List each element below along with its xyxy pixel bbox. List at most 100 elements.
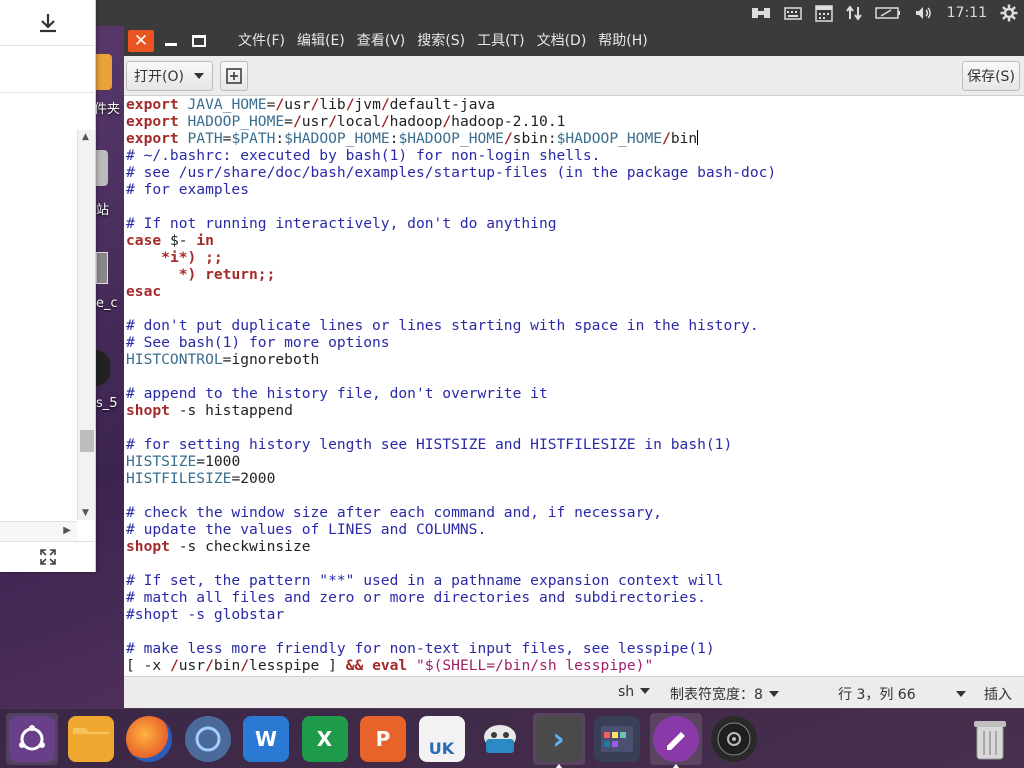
calendar-icon[interactable] <box>814 0 833 26</box>
expand-button[interactable] <box>0 541 96 572</box>
code-line: [ -x /usr/bin/lesspipe ] && eval "$(SHEL… <box>126 657 1024 674</box>
vertical-scrollbar[interactable]: ▲ ▼ <box>77 130 95 520</box>
system-tray: 17:11 <box>751 0 1018 26</box>
code-line: esac <box>126 283 1024 300</box>
browser-icon <box>184 716 231 762</box>
cursor-position[interactable]: 行 3，列 66 <box>838 684 966 704</box>
desktop-folder-icon[interactable] <box>96 54 112 90</box>
code-token: $- <box>161 232 197 249</box>
dock-item[interactable] <box>649 713 702 768</box>
code-token: PATH <box>187 130 223 147</box>
menu-documents[interactable]: 文档(D) <box>531 26 593 56</box>
code-token: export <box>126 96 179 113</box>
dock-item[interactable]: X <box>299 713 351 765</box>
code-token: =2000 <box>231 470 276 487</box>
code-token: / <box>380 96 390 113</box>
dock-item[interactable] <box>123 713 175 765</box>
code-line: # ~/.bashrc: executed by bash(1) for non… <box>126 147 1024 164</box>
download-button[interactable] <box>0 0 96 46</box>
open-button[interactable]: 打开(O) <box>126 61 213 91</box>
code-token: "$(SHELL=/bin/sh lesspipe)" <box>416 657 654 674</box>
scroll-right-icon[interactable]: ▶ <box>63 525 71 536</box>
code-token: $HADOOP_HOME <box>398 130 504 147</box>
terminal-icon: › <box>535 716 582 762</box>
code-line: shopt -s checkwinsize <box>126 538 1024 555</box>
dock-item[interactable]: UK <box>416 713 468 765</box>
scrollbar-thumb[interactable] <box>80 430 94 452</box>
maximize-button[interactable] <box>188 30 210 52</box>
code-token: hadoop-2.10.1 <box>451 113 566 130</box>
text-editor-icon <box>652 716 699 762</box>
menu-search[interactable]: 搜索(S) <box>411 26 471 56</box>
code-token: usr <box>284 96 311 113</box>
network-wired-icon[interactable] <box>751 0 771 26</box>
code-line: shopt -s histappend <box>126 402 1024 419</box>
gear-icon[interactable] <box>1000 0 1018 26</box>
top-panel: 17:11 <box>0 0 1024 26</box>
menu-file[interactable]: 文件(F) <box>232 26 291 56</box>
dock-item[interactable] <box>591 713 643 765</box>
ubuntu-logo-icon <box>9 716 55 762</box>
keyboard-icon[interactable] <box>783 0 802 26</box>
toolbar: 打开(O) 保存(S) <box>124 56 1024 96</box>
dock-item[interactable]: P <box>357 713 409 765</box>
menu-tools[interactable]: 工具(T) <box>471 26 530 56</box>
menu-edit[interactable]: 编辑(E) <box>291 26 351 56</box>
code-line: # make less more friendly for non-text i… <box>126 640 1024 657</box>
firefox-icon <box>126 716 172 762</box>
code-line: # for examples <box>126 181 1024 198</box>
transfer-icon[interactable] <box>845 0 862 26</box>
insert-mode[interactable]: 插入 <box>984 684 1012 704</box>
scroll-down-icon[interactable]: ▼ <box>82 508 89 518</box>
battery-icon[interactable] <box>874 0 901 26</box>
dock-item[interactable]: › <box>532 713 585 768</box>
code-token: shopt <box>126 538 170 555</box>
dock-item[interactable] <box>708 713 760 765</box>
code-token: sbin: <box>512 130 557 147</box>
code-line: HISTCONTROL=ignoreboth <box>126 351 1024 368</box>
code-token: export <box>126 130 179 147</box>
code-token: # for examples <box>126 181 250 198</box>
dock-item[interactable] <box>6 713 58 765</box>
dock-item[interactable] <box>65 713 117 765</box>
horizontal-scrollbar[interactable]: ▶ <box>0 521 77 541</box>
menu-help[interactable]: 帮助(H) <box>592 26 653 56</box>
code-line: HISTSIZE=1000 <box>126 453 1024 470</box>
code-token: # update the values of LINES and COLUMNS… <box>126 521 487 538</box>
code-token: lesspipe ] <box>249 657 346 674</box>
minimize-button[interactable] <box>160 30 182 52</box>
file-manager-window: ▲ ▼ ▶ <box>0 0 96 572</box>
running-indicator <box>671 764 680 768</box>
save-button[interactable]: 保存(S) <box>962 61 1020 91</box>
dock-item[interactable] <box>474 713 526 765</box>
code-token: / <box>328 113 337 130</box>
code-token: bin <box>670 130 698 147</box>
trash-icon[interactable] <box>964 713 1016 765</box>
close-button[interactable]: ✕ <box>128 30 154 52</box>
language-selector[interactable]: sh <box>618 684 651 700</box>
volume-icon[interactable] <box>914 0 934 26</box>
minimize-icon <box>165 43 177 46</box>
menu-view[interactable]: 查看(V) <box>351 26 412 56</box>
code-line: # check the window size after each comma… <box>126 504 1024 521</box>
code-token: bin <box>213 657 241 674</box>
desktop-drive-icon[interactable] <box>96 252 108 284</box>
scroll-up-icon[interactable]: ▲ <box>82 132 89 142</box>
dock-item[interactable]: W <box>240 713 292 765</box>
clock[interactable]: 17:11 <box>947 0 987 26</box>
code-token: / <box>442 113 452 130</box>
code-line: # don't put duplicate lines or lines sta… <box>126 317 1024 334</box>
code-token: # See bash(1) for more options <box>126 334 390 351</box>
text-content-area[interactable]: export JAVA_HOME=/usr/lib/jvm/default-ja… <box>124 96 1024 676</box>
tab-width-selector[interactable]: 制表符宽度：8 <box>670 684 779 704</box>
code-token: HISTSIZE <box>126 453 197 470</box>
desktop-disc-icon[interactable] <box>96 350 110 386</box>
dock-item[interactable] <box>182 713 234 765</box>
code-token: / <box>503 130 513 147</box>
code-token: / <box>169 657 179 674</box>
desktop-trash-icon[interactable] <box>96 150 108 186</box>
new-document-button[interactable] <box>220 61 248 91</box>
